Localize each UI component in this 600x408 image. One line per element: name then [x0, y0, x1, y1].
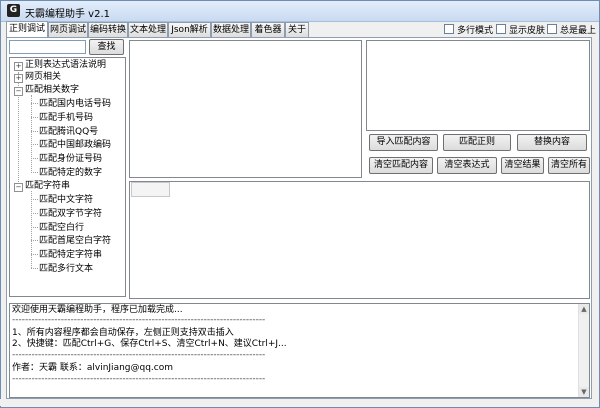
tree-guide: [31, 213, 38, 214]
tree-leaf[interactable]: 匹配国内电话号码: [39, 98, 111, 110]
scroll-up-icon[interactable]: ▲: [579, 304, 589, 314]
multiline-checkbox[interactable]: 多行模式: [444, 24, 493, 36]
status-bar: [0, 399, 598, 406]
replace-content-button[interactable]: 替换内容: [517, 134, 587, 151]
log-line: 作者：天霸 联系：alvinJiang@qq.com: [12, 363, 174, 373]
log-separator: ----------------------------------------…: [12, 315, 266, 325]
tree-node[interactable]: 匹配字符串: [25, 180, 70, 192]
log-separator: ----------------------------------------…: [12, 374, 266, 384]
match-content-textarea[interactable]: [129, 40, 362, 178]
tab-json[interactable]: Json解析: [168, 22, 211, 37]
tree-guide: [31, 268, 38, 269]
tree-leaf[interactable]: 匹配双字节字符: [39, 208, 102, 220]
log-scrollbar[interactable]: ▲ ▼: [578, 304, 589, 397]
grid-header-cell[interactable]: [131, 182, 170, 197]
tree-guide: [31, 191, 32, 268]
tree-guide: [31, 199, 38, 200]
regex-expression-textarea[interactable]: [366, 40, 590, 131]
regex-tree[interactable]: + 正则表达式语法说明 + 网页相关 − 匹配相关数字 匹配国内电话号码 匹配手…: [9, 57, 126, 297]
tab-about[interactable]: 关于: [285, 22, 309, 37]
tab-text[interactable]: 文本处理: [128, 22, 168, 37]
always-on-top-checkbox[interactable]: 总是最上: [547, 24, 596, 36]
tree-leaf[interactable]: 匹配特定的数字: [39, 167, 102, 179]
checkbox-box: [547, 24, 557, 34]
show-skin-label: 显示皮肤: [509, 26, 546, 36]
tree-leaf[interactable]: 匹配首尾空白字符: [39, 235, 111, 247]
clear-result-button[interactable]: 清空结果: [501, 157, 544, 174]
tree-guide: [31, 240, 38, 241]
search-button[interactable]: 查找: [89, 39, 124, 55]
scroll-down-icon[interactable]: ▼: [579, 387, 589, 397]
always-on-top-label: 总是最上: [560, 26, 597, 36]
tab-shader[interactable]: 着色器: [251, 22, 285, 37]
tree-guide: [31, 172, 38, 173]
tree-guide: [31, 144, 38, 145]
log-line: 2、快捷键：匹配Ctrl+G、保存Ctrl+S、清空Ctrl+N、建议Ctrl+…: [12, 339, 287, 349]
tab-encoding[interactable]: 编码转换: [88, 22, 128, 37]
clear-match-button[interactable]: 清空匹配内容: [369, 157, 433, 174]
tree-leaf[interactable]: 匹配中文字符: [39, 194, 93, 206]
tree-guide: [31, 131, 38, 132]
tree-leaf[interactable]: 匹配身份证号码: [39, 153, 102, 165]
tree-leaf[interactable]: 匹配特定字符串: [39, 249, 102, 261]
collapse-icon[interactable]: −: [14, 183, 23, 192]
tree-guide: [31, 254, 38, 255]
tree-guide: [31, 95, 32, 173]
tree-guide: [31, 117, 38, 118]
tree-leaf[interactable]: 匹配中国邮政编码: [39, 139, 111, 151]
expand-icon[interactable]: +: [14, 74, 23, 83]
checkbox-box: [496, 24, 506, 34]
app-icon: G: [7, 4, 20, 17]
title-bar[interactable]: G 天霸编程助手 v2.1: [1, 1, 599, 22]
clear-all-button[interactable]: 清空所有: [548, 157, 590, 174]
tree-guide: [31, 158, 38, 159]
checkbox-box: [444, 24, 454, 34]
tree-node[interactable]: 网页相关: [25, 71, 61, 83]
log-output[interactable]: 欢迎使用天霸编程助手，程序已加载完成... ------------------…: [9, 303, 590, 398]
window-title: 天霸编程助手 v2.1: [25, 9, 110, 20]
tab-web-debug[interactable]: 网页调试: [48, 22, 88, 37]
result-grid[interactable]: [129, 181, 590, 299]
tree-node[interactable]: 匹配相关数字: [25, 84, 79, 96]
tab-data[interactable]: 数据处理: [211, 22, 251, 37]
collapse-icon[interactable]: −: [14, 87, 23, 96]
tree-leaf[interactable]: 匹配多行文本: [39, 263, 93, 275]
tree-guide: [31, 103, 38, 104]
tree-leaf[interactable]: 匹配手机号码: [39, 112, 93, 124]
tree-leaf[interactable]: 匹配腾讯QQ号: [39, 126, 98, 138]
tab-regex[interactable]: 正则调试: [6, 21, 48, 38]
show-skin-checkbox[interactable]: 显示皮肤: [496, 24, 545, 36]
clear-expression-button[interactable]: 清空表达式: [437, 157, 497, 174]
tree-node[interactable]: 正则表达式语法说明: [25, 59, 106, 71]
import-match-button[interactable]: 导入匹配内容: [369, 134, 438, 151]
expand-icon[interactable]: +: [14, 62, 23, 71]
search-input[interactable]: [9, 40, 86, 54]
multiline-label: 多行模式: [457, 26, 494, 36]
log-line: 1、所有内容程序都会自动保存，左侧正则支持双击插入: [12, 328, 234, 338]
log-separator: ----------------------------------------…: [12, 350, 266, 360]
tree-leaf[interactable]: 匹配空白行: [39, 222, 84, 234]
tree-guide: [31, 227, 38, 228]
match-regex-button[interactable]: 匹配正则: [443, 134, 511, 151]
